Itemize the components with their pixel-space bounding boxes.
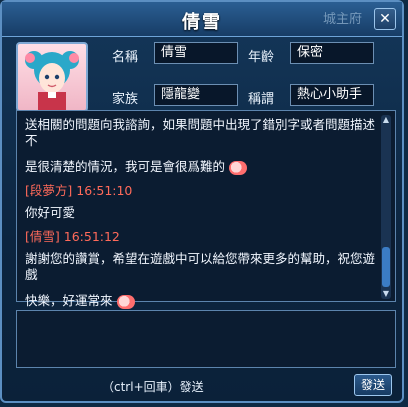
close-icon: ✕ [379, 11, 391, 27]
title-bar[interactable]: 倩雪 城主府 ✕ [2, 2, 402, 37]
close-button[interactable]: ✕ [374, 8, 396, 30]
chat-header-line: [倩雪] 16:51:12 [25, 229, 381, 245]
clan-field: 隱龍變 [154, 84, 238, 106]
message-line: 謝謝您的讚賞，希望在遊戲中可以給您帶來更多的幫助，祝您遊戲 [25, 251, 376, 282]
age-label: 年齡 [248, 50, 275, 65]
message-text: 快樂，好運常來 [25, 293, 113, 308]
blush-emoji-icon [229, 160, 247, 175]
message-text: 是很清楚的情況，我可是會很爲難的 [25, 159, 226, 174]
title-label: 稱謂 [248, 92, 275, 107]
name-label: 名稱 [112, 50, 139, 65]
message-input[interactable] [16, 310, 396, 368]
message-line: 是很清楚的情況，我可是會很爲難的 [25, 159, 381, 175]
chat-messages: 送相關的問題向我諮詢，如果問題中出現了錯別字或者問題描述不 是很清楚的情況，我可… [25, 117, 381, 309]
avatar-portrait-icon [25, 51, 79, 110]
npc-chat-window: 倩雪 城主府 ✕ 名稱 倩雪 年齡 保密 家族 隱龍變 稱謂 熱心小助手 送相關… [0, 0, 404, 403]
npc-avatar [16, 42, 88, 112]
message-line: 快樂，好運常來 [25, 293, 381, 309]
timestamp: 16:51:10 [76, 183, 133, 198]
age-field: 保密 [290, 42, 374, 64]
clan-label: 家族 [112, 92, 139, 107]
send-shortcut-hint: （ctrl+回車）發送 [102, 380, 204, 394]
message-line: 送相關的問題向我諮詢，如果問題中出現了錯別字或者問題描述不 [25, 117, 376, 148]
scroll-down-icon[interactable]: ▼ [381, 289, 391, 299]
chat-header-line: [段夢方] 16:51:10 [25, 183, 381, 199]
title-field: 熱心小助手 [290, 84, 374, 106]
timestamp: 16:51:12 [63, 229, 120, 244]
name-field: 倩雪 [154, 42, 238, 64]
speaker-name: [倩雪] [25, 229, 60, 244]
chat-scrollbar[interactable]: ▲ ▼ [381, 115, 391, 299]
smile-emoji-icon [116, 294, 135, 309]
speaker-name: [段夢方] [25, 183, 73, 198]
scroll-thumb[interactable] [382, 247, 390, 287]
message-line: 你好可愛 [25, 205, 76, 220]
scroll-up-icon[interactable]: ▲ [381, 115, 391, 125]
chat-log[interactable]: 送相關的問題向我諮詢，如果問題中出現了錯別字或者問題描述不 是很清楚的情況，我可… [16, 110, 396, 309]
background-location-text: 城主府 [322, 12, 362, 27]
send-button[interactable]: 發送 [354, 374, 392, 396]
